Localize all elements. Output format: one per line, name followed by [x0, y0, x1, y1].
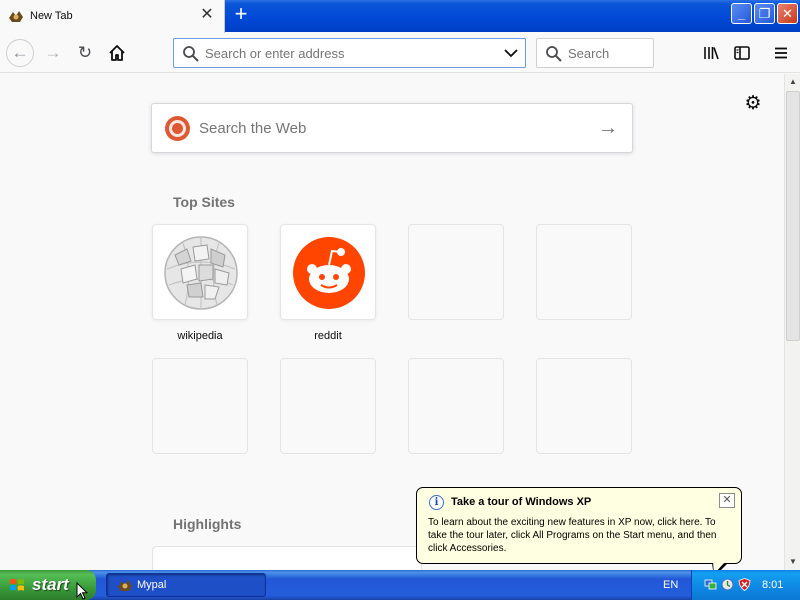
hamburger-menu-icon	[775, 47, 787, 59]
windows-logo-icon	[10, 578, 24, 591]
empty-top-site-slot[interactable]	[280, 358, 376, 454]
forward-button[interactable]: →	[40, 40, 66, 66]
balloon-message[interactable]: To learn about the exciting new features…	[428, 516, 736, 555]
system-tray: 8:01	[691, 570, 800, 600]
search-icon	[546, 46, 562, 62]
reload-button[interactable]: ↻	[72, 40, 98, 66]
top-site-label: reddit	[314, 330, 342, 342]
sidebar-button[interactable]	[729, 40, 755, 66]
search-icon	[183, 46, 199, 62]
address-input[interactable]	[205, 46, 495, 61]
tab-new-tab[interactable]: New Tab ✕	[0, 0, 225, 33]
search-bar[interactable]	[536, 38, 654, 68]
library-icon	[704, 47, 719, 60]
windows-update-icon[interactable]	[721, 578, 734, 591]
mouse-cursor-icon	[76, 582, 88, 600]
tour-notification-balloon[interactable]: i Take a tour of Windows XP ✕ To learn a…	[416, 487, 742, 564]
scroll-up-icon[interactable]: ▲	[785, 74, 800, 90]
menu-button[interactable]	[768, 40, 794, 66]
mypal-icon	[9, 11, 23, 22]
home-icon	[109, 45, 125, 61]
taskbar: start Mypal EN 8:01	[0, 570, 800, 600]
empty-top-site-slot[interactable]	[408, 358, 504, 454]
empty-top-site-slot[interactable]	[152, 358, 248, 454]
empty-top-site-slot[interactable]	[408, 224, 504, 320]
navigation-toolbar: ← → ↻	[0, 33, 800, 73]
title-bar: New Tab ✕ + _ ❐ ✕	[0, 0, 800, 33]
start-label: start	[32, 575, 69, 594]
vertical-scrollbar[interactable]: ▲ ▼	[784, 74, 800, 570]
top-site-wikipedia[interactable]	[152, 224, 248, 320]
library-button[interactable]	[698, 40, 724, 66]
highlights-heading: Highlights	[173, 516, 242, 532]
security-shield-icon[interactable]	[738, 578, 751, 591]
new-tab-button[interactable]: +	[230, 3, 252, 26]
top-site-label: wikipedia	[177, 330, 223, 342]
clock[interactable]: 8:01	[762, 579, 783, 591]
top-sites-heading: Top Sites	[173, 194, 235, 210]
tab-title: New Tab	[30, 10, 73, 22]
back-button[interactable]: ←	[6, 39, 34, 67]
gear-icon[interactable]: ⚙	[743, 94, 763, 114]
reddit-logo-icon	[293, 237, 365, 309]
scroll-down-icon[interactable]: ▼	[785, 554, 800, 570]
close-window-button[interactable]: ✕	[777, 3, 798, 24]
highlight-card[interactable]	[152, 546, 422, 570]
web-search-box[interactable]: →	[151, 103, 633, 153]
web-search-input[interactable]	[199, 120, 579, 137]
scrollbar-thumb[interactable]	[786, 91, 800, 341]
arrow-right-icon[interactable]: →	[597, 118, 619, 140]
language-indicator[interactable]: EN	[663, 579, 678, 591]
taskbar-item-label: Mypal	[137, 579, 167, 591]
sidebar-icon	[734, 46, 750, 60]
mypal-icon	[118, 580, 132, 591]
wikipedia-logo-icon	[164, 236, 238, 310]
top-site-reddit[interactable]	[280, 224, 376, 320]
home-button[interactable]	[104, 40, 130, 66]
balloon-title: Take a tour of Windows XP	[451, 496, 592, 508]
close-balloon-button[interactable]: ✕	[719, 493, 735, 508]
duckduckgo-logo-icon	[165, 116, 190, 141]
taskbar-item-mypal[interactable]: Mypal	[106, 573, 266, 597]
info-icon: i	[429, 495, 444, 510]
chevron-down-icon[interactable]	[503, 45, 519, 61]
empty-top-site-slot[interactable]	[536, 224, 632, 320]
empty-top-site-slot[interactable]	[536, 358, 632, 454]
minimize-button[interactable]: _	[731, 3, 752, 24]
address-bar[interactable]	[173, 38, 526, 68]
maximize-button[interactable]: ❐	[754, 3, 775, 24]
network-icon[interactable]	[704, 578, 717, 591]
close-tab-icon[interactable]: ✕	[200, 7, 214, 23]
search-input[interactable]	[568, 46, 648, 61]
